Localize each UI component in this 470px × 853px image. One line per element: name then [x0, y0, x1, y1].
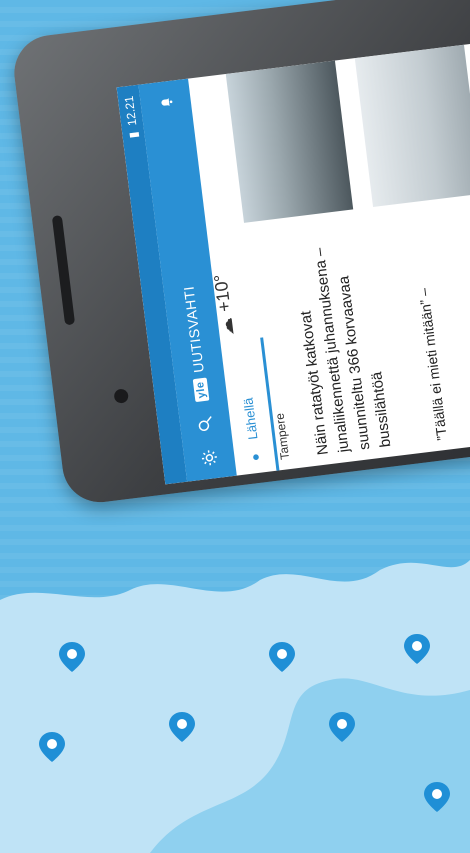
map-illustration: [0, 560, 470, 853]
bell-icon[interactable]: [154, 90, 179, 115]
map-pin-icon: [39, 732, 65, 762]
map-pin-icon: [59, 642, 85, 672]
phone-screen: ▮ 12.21 yle UUTISVAHTI ● Lähellä ☁ +10° …: [116, 37, 470, 485]
yle-logo: yle: [192, 377, 210, 403]
app-ui: ▮ 12.21 yle UUTISVAHTI ● Lähellä ☁ +10° …: [116, 37, 470, 485]
phone-device: ▮ 12.21 yle UUTISVAHTI ● Lähellä ☁ +10° …: [10, 0, 470, 507]
phone-speaker: [51, 215, 76, 326]
news-headline[interactable]: Näin ratatyöt katkovat junaliikennettä j…: [285, 218, 396, 457]
location-icon: ●: [246, 452, 263, 463]
phone-region: ▮ 12.21 yle UUTISVAHTI ● Lähellä ☁ +10° …: [0, 0, 470, 540]
news-image[interactable]: [225, 60, 354, 223]
weather-temp: +10°: [210, 273, 235, 314]
phone-camera: [113, 388, 130, 404]
settings-icon[interactable]: [197, 446, 222, 471]
app-title: UUTISVAHTI: [180, 285, 207, 374]
map-pin-icon: [404, 634, 430, 664]
news-headline-2[interactable]: ”Täällä ei mieti mitään” –: [404, 211, 452, 442]
map-pin-icon: [269, 642, 295, 672]
map-pin-icon: [169, 712, 195, 742]
map-pin-icon: [424, 782, 450, 812]
map-pin-icon: [329, 712, 355, 742]
search-icon[interactable]: [193, 412, 218, 437]
battery-icon: ▮: [126, 130, 141, 140]
cloud-icon: ☁: [215, 316, 238, 337]
tab-label: Lähellä: [239, 397, 260, 441]
app-brand: yle UUTISVAHTI: [180, 285, 210, 403]
status-time: 12.21: [121, 95, 140, 127]
news-image-2[interactable]: [354, 44, 470, 207]
